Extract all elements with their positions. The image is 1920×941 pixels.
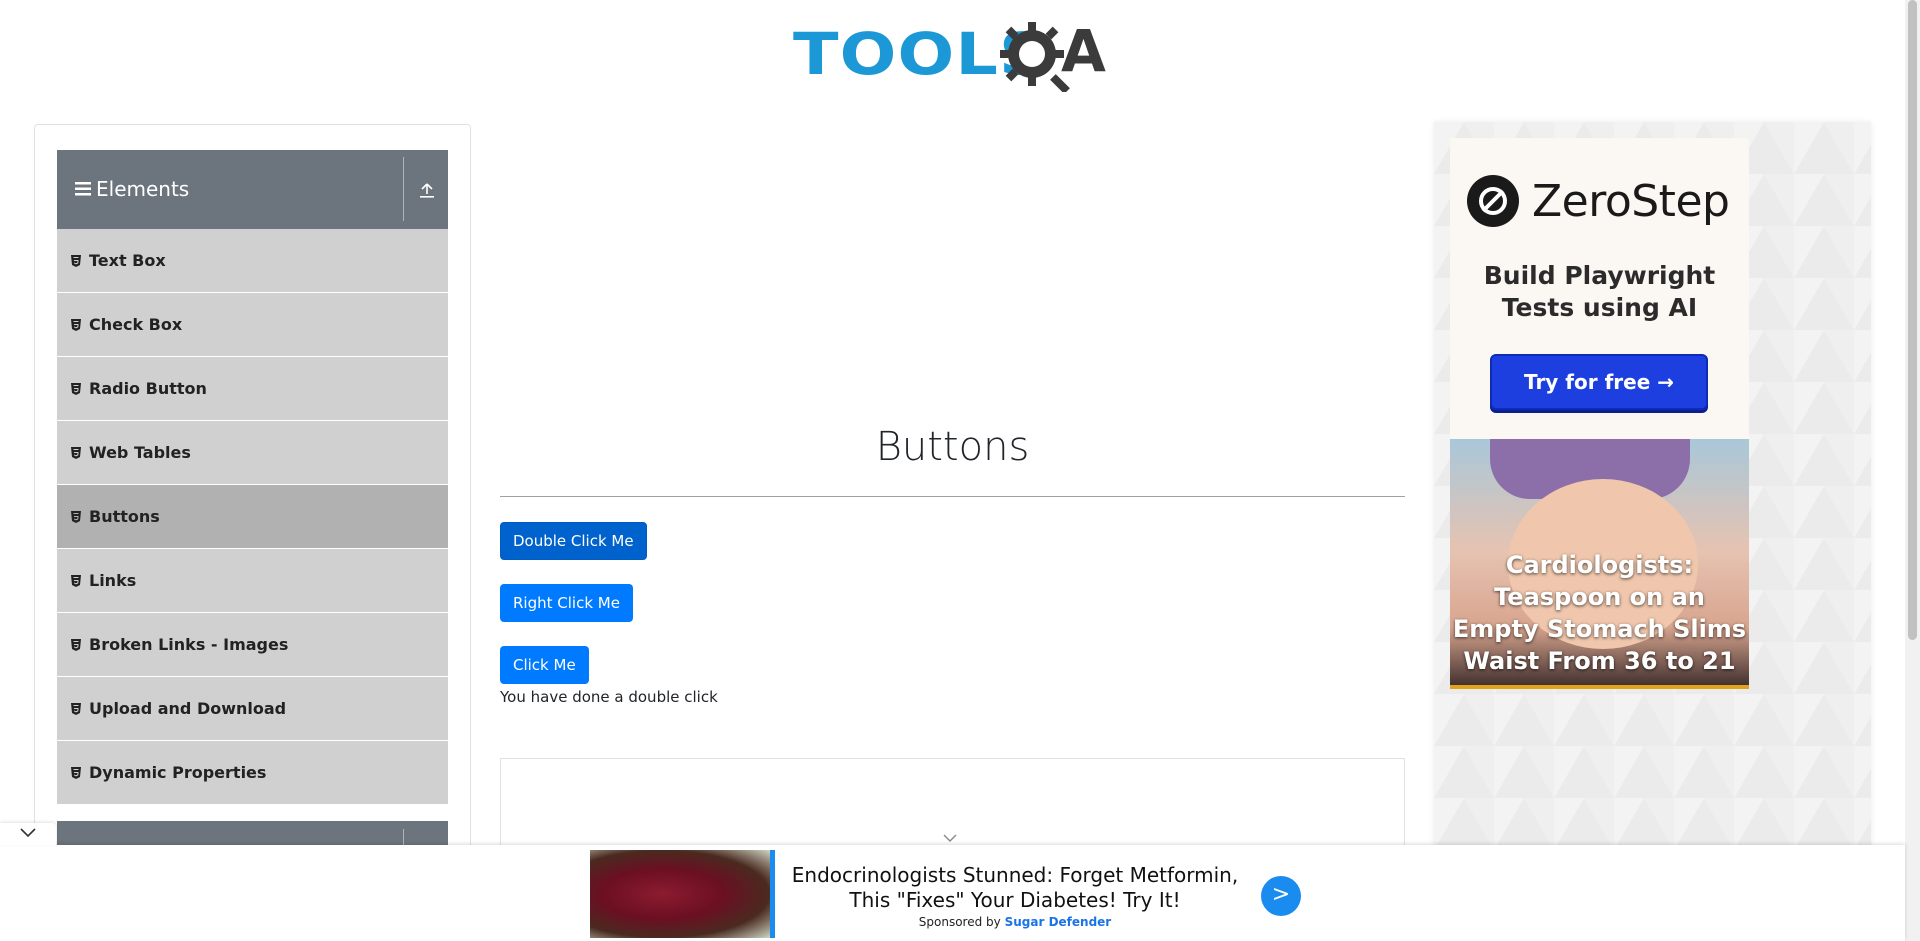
html5-icon [71, 702, 81, 715]
sidebar-item-broken-links[interactable]: Broken Links - Images [57, 613, 448, 677]
ad-divider [770, 850, 775, 938]
sponsor-link[interactable]: Sugar Defender [1005, 915, 1112, 929]
zerostep-logo: ZeroStep [1466, 174, 1730, 228]
menu-list: Text Box Check Box Radio Button Web Tabl… [57, 229, 448, 805]
sidebar-item-label: Text Box [89, 251, 166, 270]
html5-icon [71, 766, 81, 779]
sidebar-item-label: Web Tables [89, 443, 191, 462]
sidebar-item-label: Links [89, 571, 137, 590]
toolsqa-logo[interactable]: TOOLS A [793, 16, 1115, 92]
main-content: Buttons Double Click Me Right Click Me C… [500, 124, 1405, 941]
sidebar-item-dynamic-properties[interactable]: Dynamic Properties [57, 741, 448, 805]
scrollbar-thumb[interactable] [1908, 0, 1917, 640]
right-click-button[interactable]: Right Click Me [500, 584, 633, 622]
sidebar-item-links[interactable]: Links [57, 549, 448, 613]
sidebar-item-label: Upload and Download [89, 699, 287, 718]
right-ad[interactable]: ZeroStep Build Playwright Tests using AI… [1434, 122, 1871, 941]
group-title: Elements [96, 177, 190, 201]
sidebar-item-text-box[interactable]: Text Box [57, 229, 448, 293]
html5-icon [71, 574, 81, 587]
chevron-down-icon [20, 828, 36, 838]
page-title: Buttons [875, 424, 1030, 470]
html5-icon [71, 510, 81, 523]
promo-image[interactable]: Cardiologists: Teaspoon on an Empty Stom… [1450, 439, 1749, 689]
sidebar-item-radio-button[interactable]: Radio Button [57, 357, 448, 421]
zerostep-logo-icon [1467, 175, 1519, 227]
group-header-elements[interactable]: Elements [57, 150, 448, 229]
upload-collapse-icon[interactable] [420, 182, 434, 198]
sidebar: Elements Text Box Check Box Radio Button [34, 124, 471, 941]
ad-go-button[interactable]: > [1261, 876, 1301, 916]
logo-letter-a: A [1061, 17, 1106, 85]
sidebar-item-web-tables[interactable]: Web Tables [57, 421, 448, 485]
double-click-button[interactable]: Double Click Me [500, 522, 647, 560]
sidebar-item-label: Broken Links - Images [89, 635, 289, 654]
page-scrollbar[interactable] [1905, 0, 1920, 941]
bottom-ad-banner[interactable]: Endocrinologists Stunned: Forget Metform… [0, 823, 1905, 941]
page: TOOLS A Elements Text Box Check Box Radi… [0, 0, 1920, 941]
sidebar-item-upload-download[interactable]: Upload and Download [57, 677, 448, 741]
group-divider [403, 157, 404, 221]
promo-text: Cardiologists: Teaspoon on an Empty Stom… [1452, 551, 1747, 675]
double-click-message: You have done a double click [500, 688, 718, 706]
ad-sponsor: Sponsored by Sugar Defender [780, 915, 1250, 929]
promo-bar [1450, 685, 1749, 689]
html5-icon [71, 638, 81, 651]
chevron-down-icon[interactable] [943, 834, 957, 843]
sidebar-item-label: Check Box [89, 315, 183, 334]
html5-icon [71, 446, 81, 459]
ad-image[interactable] [590, 850, 770, 938]
zerostep-brand: ZeroStep [1532, 175, 1730, 227]
hamburger-icon [75, 182, 91, 196]
click-me-button[interactable]: Click Me [500, 646, 589, 684]
html5-icon [71, 382, 81, 395]
header: TOOLS A [0, 0, 1905, 110]
ad-collapse-toggle[interactable] [0, 823, 56, 845]
html5-icon [71, 318, 81, 331]
sidebar-item-check-box[interactable]: Check Box [57, 293, 448, 357]
sidebar-item-label: Dynamic Properties [89, 763, 267, 782]
sidebar-item-label: Buttons [89, 507, 160, 526]
sponsored-prefix: Sponsored by [918, 915, 1001, 929]
try-for-free-button[interactable]: Try for free → [1490, 354, 1708, 410]
sidebar-item-buttons[interactable]: Buttons [57, 485, 448, 549]
zerostep-tagline: Build Playwright Tests using AI [1483, 261, 1716, 322]
ad-headline[interactable]: Endocrinologists Stunned: Forget Metform… [780, 863, 1250, 913]
title-divider [500, 496, 1405, 497]
sidebar-item-label: Radio Button [89, 379, 207, 398]
html5-icon [71, 254, 81, 267]
